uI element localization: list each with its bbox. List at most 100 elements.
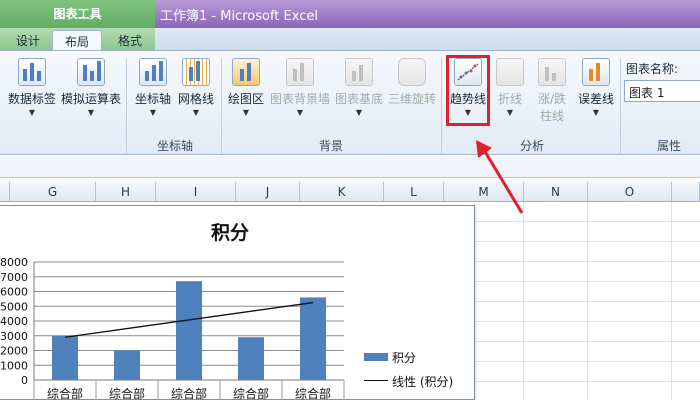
- chart-floor-button[interactable]: 图表基底 ▼: [332, 58, 386, 117]
- chevron-down-icon: ▼: [87, 108, 95, 117]
- bar: [175, 281, 203, 380]
- gridlines-icon: [182, 58, 210, 86]
- column-header-o[interactable]: O: [588, 182, 672, 202]
- y-tick-label: 3000: [0, 330, 28, 343]
- chevron-down-icon: ▼: [192, 108, 200, 117]
- red-arrow-annotation: [476, 140, 524, 214]
- column-header-j[interactable]: J: [236, 182, 300, 202]
- lines-label: 折线: [497, 92, 522, 106]
- gridlines-label: 网格线: [177, 92, 214, 106]
- y-tick-label: 7000: [0, 271, 28, 284]
- gridlines-button[interactable]: 网格线 ▼: [176, 58, 216, 117]
- data-table-label: 模拟运算表: [60, 92, 121, 106]
- tab-format[interactable]: 格式: [106, 30, 154, 50]
- updown-bars-icon: [538, 58, 566, 86]
- bar: [113, 350, 141, 380]
- y-tick-label: 6000: [0, 286, 28, 299]
- error-bars-button[interactable]: 误差线 ▼: [575, 58, 617, 117]
- x-tick-label: 综合部: [295, 386, 331, 400]
- arrow-shaft: [482, 149, 524, 214]
- arrow-head: [476, 140, 492, 158]
- column-header-k[interactable]: K: [300, 182, 384, 202]
- y-tick-label: 2000: [0, 345, 28, 358]
- chevron-down-icon: ▼: [149, 108, 157, 117]
- x-tick-label: 综合部: [47, 386, 83, 400]
- group-separator: [221, 58, 222, 154]
- data-table-button[interactable]: 模拟运算表 ▼: [58, 58, 124, 117]
- y-tick-label: 4000: [0, 315, 28, 328]
- formula-bar-area: [0, 156, 700, 178]
- tab-layout[interactable]: 布局: [52, 30, 102, 50]
- legend-swatch-series: [364, 353, 388, 361]
- chart-floor-icon: [345, 58, 373, 86]
- axes-icon: [139, 58, 167, 86]
- chevron-down-icon: ▼: [355, 108, 363, 117]
- window-title: 工作簿1 - Microsoft Excel: [160, 9, 318, 24]
- chart-name-input[interactable]: 图表 1: [624, 80, 700, 102]
- data-labels-label: 数据标签: [7, 92, 56, 106]
- trendline-highlight-box: [446, 55, 490, 126]
- group-axes-label: 坐标轴: [156, 139, 193, 153]
- data-table-icon: [77, 58, 105, 86]
- column-header-n[interactable]: N: [524, 182, 588, 202]
- updown-bars-label-2: 柱线: [539, 109, 564, 123]
- plot-area-button[interactable]: 绘图区 ▼: [226, 58, 266, 117]
- bar: [237, 337, 265, 380]
- lines-icon: [496, 58, 524, 86]
- legend-label-trendline[interactable]: 线性 (积分): [392, 373, 453, 390]
- grid-column-line: [523, 202, 524, 400]
- chart-name-label: 图表名称:: [626, 62, 679, 76]
- x-tick-label: 综合部: [233, 386, 269, 400]
- lines-button[interactable]: 折线 ▼: [492, 58, 528, 117]
- data-labels-icon: [18, 58, 46, 86]
- bar: [299, 297, 327, 380]
- y-tick-label: 0: [21, 374, 28, 387]
- column-header-spacer: [0, 182, 10, 202]
- y-tick-label: 8000: [0, 256, 28, 269]
- group-background-label: 背景: [318, 139, 343, 153]
- chevron-down-icon: ▼: [296, 108, 304, 117]
- chart-tools-label: 图表工具: [53, 7, 102, 21]
- x-tick-label: 综合部: [171, 386, 207, 400]
- axes-button[interactable]: 坐标轴 ▼: [132, 58, 174, 117]
- chevron-down-icon: ▼: [242, 108, 250, 117]
- legend-label-series[interactable]: 积分: [392, 349, 416, 366]
- updown-bars-button[interactable]: 涨/跌 柱线: [530, 58, 574, 124]
- axes-label: 坐标轴: [134, 92, 171, 106]
- error-bars-icon: [582, 58, 610, 86]
- 3d-rotation-button[interactable]: 三维旋转: [386, 58, 438, 107]
- chevron-down-icon: ▼: [28, 108, 36, 117]
- tab-design[interactable]: 设计: [6, 30, 50, 50]
- group-properties-label: 属性: [656, 139, 681, 153]
- chart-title[interactable]: 积分: [0, 218, 460, 245]
- chevron-down-icon: ▼: [592, 108, 600, 117]
- column-header-l[interactable]: L: [384, 182, 444, 202]
- column-header-g[interactable]: G: [10, 182, 96, 202]
- chart-wall-icon: [286, 58, 314, 86]
- column-header-h[interactable]: H: [96, 182, 156, 202]
- error-bars-label: 误差线: [577, 92, 614, 106]
- 3d-rotation-icon: [398, 58, 426, 86]
- updown-bars-label: 涨/跌: [537, 92, 567, 106]
- chart-plot[interactable]: 010002000300040005000600070008000综合部 综合部综…: [0, 250, 360, 400]
- grid-column-line: [587, 202, 588, 400]
- data-labels-button[interactable]: 数据标签 ▼: [6, 58, 58, 117]
- column-header-p[interactable]: [672, 182, 700, 202]
- column-header-i[interactable]: I: [156, 182, 236, 202]
- group-separator: [620, 58, 621, 154]
- x-tick-label: 综合部: [109, 386, 145, 400]
- grid-column-line: [671, 202, 672, 400]
- group-separator: [126, 58, 127, 154]
- plot-area-label: 绘图区: [227, 92, 264, 106]
- y-tick-label: 1000: [0, 359, 28, 372]
- group-separator: [441, 58, 442, 154]
- plot-area-icon: [232, 58, 260, 86]
- y-tick-label: 5000: [0, 300, 28, 313]
- bar: [51, 335, 79, 380]
- legend-swatch-trendline: [364, 380, 388, 381]
- chart-floor-label: 图表基底: [334, 92, 383, 106]
- 3d-rotation-label: 三维旋转: [387, 92, 436, 106]
- chart-wall-label: 图表背景墙: [269, 92, 330, 106]
- chevron-down-icon: ▼: [506, 108, 514, 117]
- chart-wall-button[interactable]: 图表背景墙 ▼: [268, 58, 332, 117]
